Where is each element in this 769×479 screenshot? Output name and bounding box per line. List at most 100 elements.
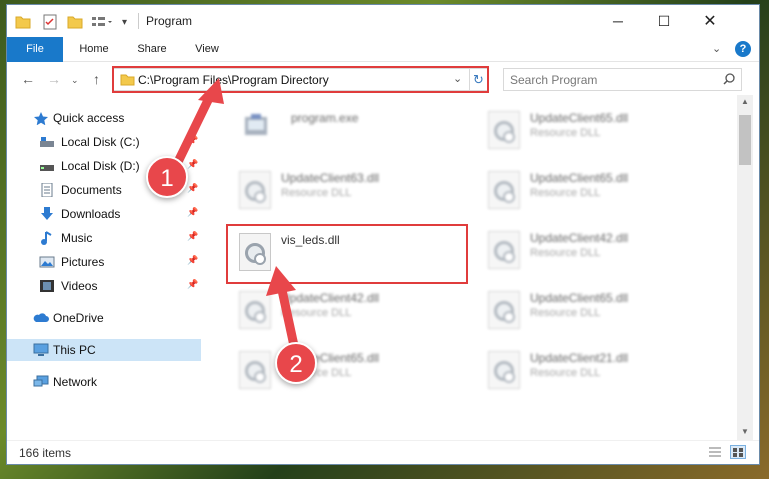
- maximize-button[interactable]: ☐: [641, 5, 687, 37]
- view-options-icon[interactable]: [91, 13, 113, 31]
- minimize-button[interactable]: ─: [595, 5, 641, 37]
- close-button[interactable]: ✕: [687, 5, 733, 37]
- sidebar-item-local-disk-c[interactable]: Local Disk (C:) 📌: [7, 131, 201, 153]
- expand-ribbon-icon[interactable]: ⌄: [712, 42, 721, 55]
- scroll-up-icon[interactable]: ▲: [741, 97, 749, 106]
- large-icons-view-icon[interactable]: [730, 445, 746, 459]
- sidebar-item-this-pc[interactable]: This PC: [7, 339, 201, 361]
- file-name: UpdateClient42.dll: [530, 231, 629, 245]
- sidebar-item-label: Network: [53, 375, 98, 389]
- sidebar-item-label: This PC: [53, 343, 96, 357]
- file-name: UpdateClient42.dll: [281, 291, 380, 305]
- help-icon[interactable]: ?: [735, 41, 751, 57]
- sidebar-item-network[interactable]: Network: [7, 371, 201, 393]
- sidebar-item-label: Music: [61, 231, 93, 245]
- file-description: Resource DLL: [530, 307, 601, 319]
- sidebar-item-label: OneDrive: [53, 311, 104, 325]
- address-highlight-box: [112, 66, 489, 93]
- file-description: Resource DLL: [530, 187, 601, 199]
- navigation-pane: Quick access Local Disk (C:) 📌 Local Dis…: [7, 95, 201, 440]
- pin-icon: 📌: [187, 255, 199, 265]
- file-name: program.exe: [291, 111, 359, 125]
- callout-badge-2: 2: [275, 342, 317, 384]
- forward-icon[interactable]: →: [47, 71, 61, 87]
- star-icon: [33, 111, 49, 126]
- sidebar-item-label: Local Disk (D:): [61, 159, 140, 173]
- file-item[interactable]: UpdateClient21.dll Resource DLL: [480, 345, 710, 395]
- drive-icon: [39, 159, 55, 173]
- callout-badge-1: 1: [146, 156, 188, 198]
- dll-icon: [239, 351, 271, 389]
- file-highlight-box: [226, 224, 468, 284]
- sidebar-item-downloads[interactable]: Downloads 📌: [7, 203, 201, 225]
- file-name: UpdateClient65.dll: [530, 291, 629, 305]
- sidebar-item-onedrive[interactable]: OneDrive: [7, 307, 201, 329]
- dll-icon: [488, 351, 520, 389]
- scrollbar-thumb[interactable]: [739, 115, 751, 165]
- file-description: Resource DLL: [530, 367, 601, 379]
- network-icon: [33, 375, 49, 389]
- dll-icon: [239, 171, 271, 209]
- tab-home[interactable]: Home: [69, 37, 119, 62]
- documents-icon: [39, 182, 55, 198]
- file-item[interactable]: UpdateClient42.dll Resource DLL: [231, 285, 461, 335]
- sidebar-item-videos[interactable]: Videos 📌: [7, 275, 201, 297]
- tab-file[interactable]: File: [7, 37, 63, 62]
- search-icon: [722, 72, 736, 89]
- properties-icon[interactable]: [43, 13, 57, 31]
- search-box[interactable]: Search Program: [503, 68, 742, 91]
- file-name: UpdateClient65.dll: [530, 111, 629, 125]
- exe-icon: [241, 111, 271, 141]
- file-description: Resource DLL: [530, 127, 601, 139]
- customize-toolbar-icon[interactable]: ▾: [122, 13, 127, 31]
- pin-icon: 📌: [187, 279, 199, 289]
- sidebar-item-label: Quick access: [53, 111, 125, 125]
- file-list: program.exe UpdateClient65.dll Resource …: [203, 95, 737, 440]
- file-item[interactable]: UpdateClient65.dll Resource DLL: [480, 285, 710, 335]
- item-count: 166 items: [19, 446, 72, 460]
- file-item[interactable]: UpdateClient63.dll Resource DLL: [231, 165, 461, 215]
- drive-icon: [39, 135, 55, 149]
- sidebar-item-quick-access[interactable]: Quick access: [7, 107, 201, 129]
- sidebar-item-label: Downloads: [61, 207, 121, 221]
- file-item[interactable]: UpdateClient65.dll Resource DLL: [231, 345, 461, 395]
- sidebar-item-pictures[interactable]: Pictures 📌: [7, 251, 201, 273]
- pin-icon: 📌: [187, 183, 199, 193]
- file-name: UpdateClient63.dll: [281, 171, 380, 185]
- dll-icon: [239, 291, 271, 329]
- window-title: Program: [146, 14, 193, 28]
- file-item[interactable]: UpdateClient65.dll Resource DLL: [480, 165, 710, 215]
- file-description: Resource DLL: [281, 307, 352, 319]
- up-icon[interactable]: ↑: [93, 71, 100, 87]
- scroll-down-icon[interactable]: ▼: [741, 427, 749, 436]
- pin-icon: 📌: [187, 135, 199, 145]
- tab-share[interactable]: Share: [127, 37, 177, 62]
- file-item[interactable]: program.exe: [233, 105, 463, 155]
- dll-icon: [488, 111, 520, 149]
- search-placeholder: Search Program: [510, 73, 598, 87]
- file-name: UpdateClient65.dll: [530, 171, 629, 185]
- file-item[interactable]: UpdateClient42.dll Resource DLL: [480, 225, 710, 275]
- recent-locations-icon[interactable]: ⌄: [71, 75, 79, 86]
- back-icon[interactable]: ←: [21, 71, 35, 87]
- videos-icon: [39, 279, 55, 293]
- folder-icon: [15, 13, 31, 31]
- file-item[interactable]: UpdateClient65.dll Resource DLL: [480, 105, 710, 155]
- pin-icon: 📌: [187, 159, 199, 169]
- cloud-icon: [33, 311, 49, 325]
- pin-icon: 📌: [187, 207, 199, 217]
- sidebar-item-music[interactable]: Music 📌: [7, 227, 201, 249]
- vertical-scrollbar[interactable]: ▲ ▼: [737, 95, 753, 440]
- details-view-icon[interactable]: [708, 446, 722, 461]
- divider: [138, 13, 139, 29]
- dll-icon: [488, 171, 520, 209]
- file-description: Resource DLL: [530, 247, 601, 259]
- explorer-window: ▾ Program ─ ☐ ✕ File Home Share View ⌄ ?…: [6, 4, 760, 465]
- computer-icon: [33, 343, 49, 357]
- sidebar-item-label: Local Disk (C:): [61, 135, 140, 149]
- new-folder-icon[interactable]: [67, 13, 83, 31]
- file-description: Resource DLL: [281, 187, 352, 199]
- tab-view[interactable]: View: [182, 37, 232, 62]
- pictures-icon: [39, 255, 55, 269]
- download-icon: [39, 207, 55, 221]
